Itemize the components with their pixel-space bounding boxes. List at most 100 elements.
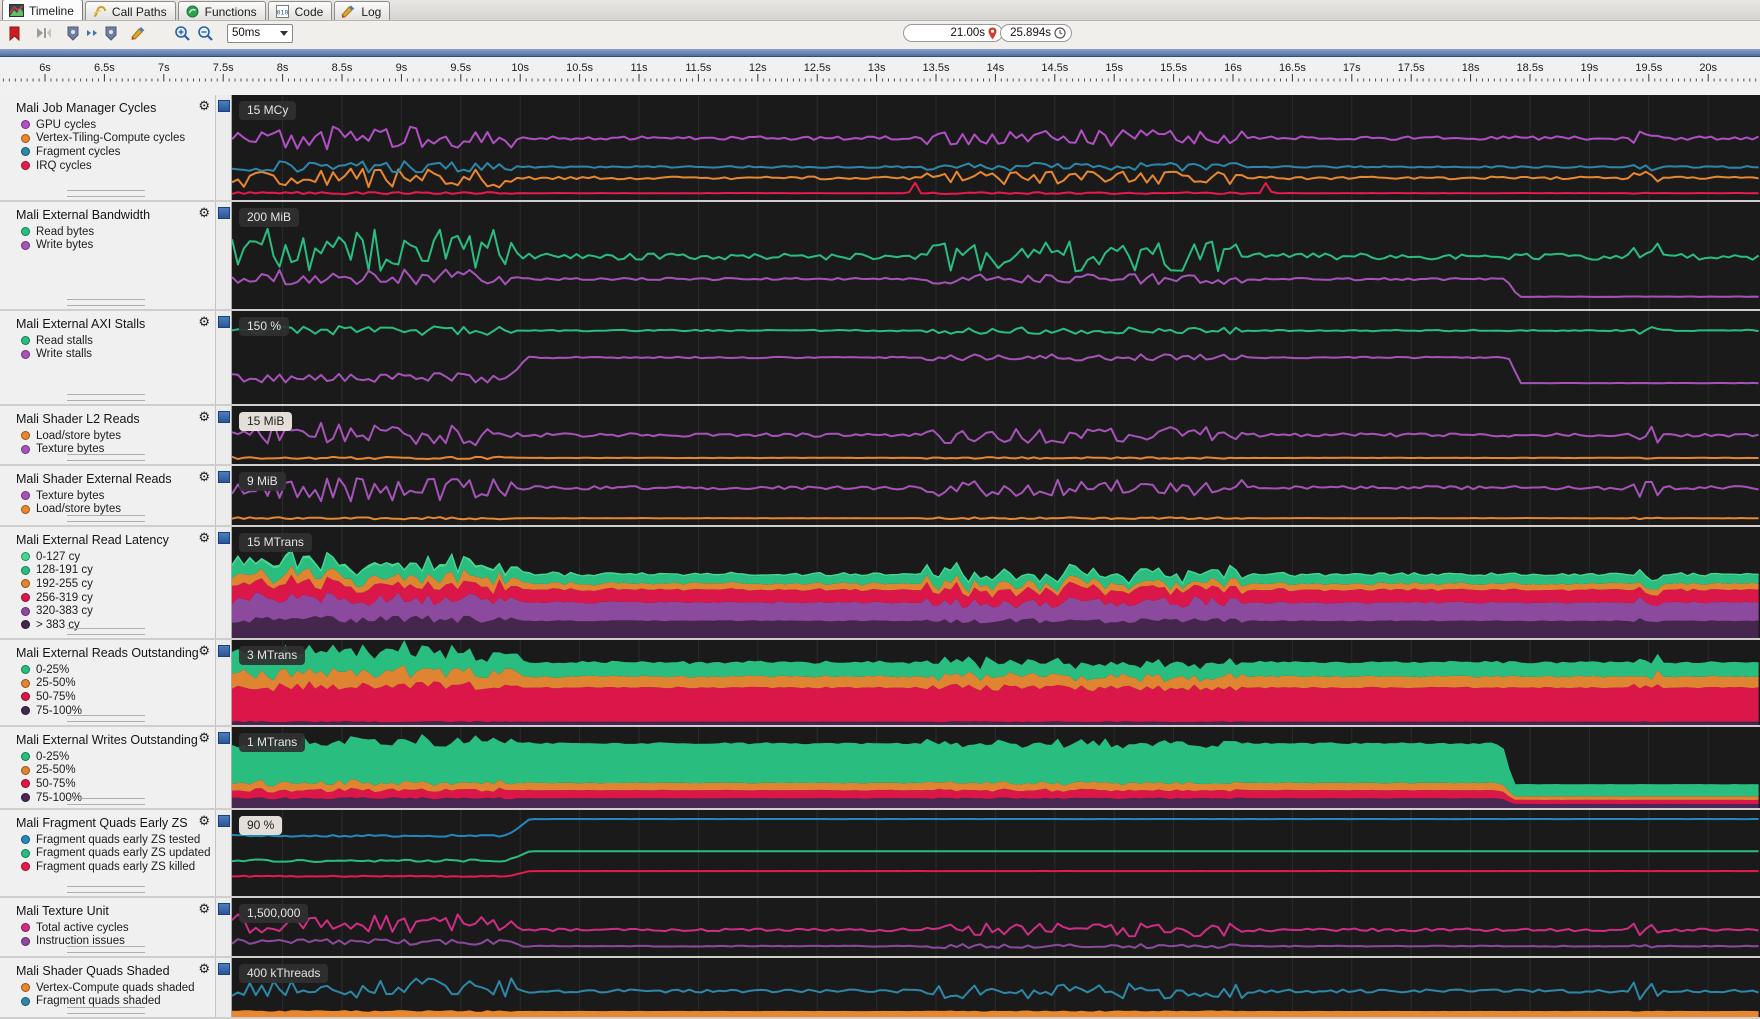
- track-resize-handle[interactable]: [67, 628, 145, 635]
- shield-left-icon: [67, 26, 79, 41]
- tab-log[interactable]: Log: [334, 1, 391, 20]
- track-enabled-checkbox[interactable]: [218, 100, 230, 112]
- track-enable-column: [215, 810, 232, 896]
- shield-link-button[interactable]: [83, 23, 101, 43]
- time-ruler[interactable]: 6s 6.5s 7s 7.5s 8s 8.5s 9s 9.5s 10s 10.5s 11s 11.5s…: [0, 57, 1760, 97]
- legend-color-dot: [21, 552, 30, 562]
- track-legend: Read bytes Write bytes: [0, 225, 215, 252]
- track-resize-handle[interactable]: [67, 1007, 145, 1014]
- track-enabled-checkbox[interactable]: [218, 645, 230, 657]
- track-legend: Load/store bytes Texture bytes: [0, 429, 215, 456]
- ruler-tick-label: 16.5s: [1279, 62, 1306, 74]
- brush-button[interactable]: [127, 23, 149, 43]
- track-settings-gear-icon[interactable]: ⚙: [198, 530, 210, 546]
- track-title: Mali Job Manager Cycles: [16, 101, 157, 115]
- track-settings-gear-icon[interactable]: ⚙: [198, 901, 210, 917]
- track-enabled-checkbox[interactable]: [218, 815, 230, 827]
- track-chart-mali-fragment-quads-early-zs[interactable]: 90 %: [232, 810, 1760, 896]
- track-chart-mali-shader-external-reads[interactable]: 9 MiB: [232, 466, 1760, 525]
- track-settings-gear-icon[interactable]: ⚙: [198, 813, 210, 829]
- bookmark-button[interactable]: [6, 23, 23, 43]
- track-resize-handle[interactable]: [67, 715, 145, 722]
- track-settings-gear-icon[interactable]: ⚙: [198, 643, 210, 659]
- zoom-in-button[interactable]: [171, 23, 194, 43]
- track-chart-mali-external-axi-stalls[interactable]: 150 %: [232, 311, 1760, 404]
- track-enabled-checkbox[interactable]: [218, 316, 230, 328]
- total-time-field[interactable]: [1000, 24, 1072, 42]
- ruler-tick-label: 7.5s: [213, 62, 234, 74]
- shield-right-button[interactable]: [101, 23, 121, 43]
- track-resize-handle[interactable]: [67, 798, 145, 805]
- legend-label: 50-75%: [36, 690, 76, 703]
- track-plot: [232, 898, 1759, 956]
- track-title: Mali Shader Quads Shaded: [16, 964, 170, 978]
- track-title: Mali External Bandwidth: [16, 208, 151, 222]
- chevron-down-icon: [280, 30, 288, 36]
- track-settings-gear-icon[interactable]: ⚙: [198, 98, 210, 114]
- track-legend: Vertex-Compute quads shaded Fragment quad…: [0, 981, 215, 1008]
- caret-time-field[interactable]: [903, 24, 1003, 42]
- track-plot: [232, 640, 1759, 725]
- track-enable-column: [215, 527, 232, 638]
- legend-label: 25-50%: [36, 677, 76, 690]
- track-resize-handle[interactable]: [67, 454, 145, 461]
- track-chart-mali-shader-l2-reads[interactable]: 15 MiB: [232, 406, 1760, 464]
- track-resize-handle[interactable]: [67, 190, 145, 197]
- track-settings-gear-icon[interactable]: ⚙: [198, 314, 210, 330]
- track-resize-handle[interactable]: [67, 946, 145, 953]
- track-resize-handle[interactable]: [67, 886, 145, 893]
- shield-left-button[interactable]: [63, 23, 83, 43]
- tab-functions[interactable]: Functions: [177, 1, 266, 20]
- track-chart-mali-shader-quads-shaded[interactable]: 400 kThreads: [232, 958, 1760, 1017]
- track-settings-gear-icon[interactable]: ⚙: [198, 961, 210, 977]
- legend-color-dot: [21, 161, 30, 171]
- track-chart-mali-external-bandwidth[interactable]: 200 MiB: [232, 202, 1760, 309]
- track-chart-mali-external-writes-outstanding[interactable]: 1 MTrans: [232, 727, 1760, 808]
- overview-strip[interactable]: [0, 49, 1760, 57]
- ruler-tick-label: 15.5s: [1160, 62, 1187, 74]
- track-settings-gear-icon[interactable]: ⚙: [198, 205, 210, 221]
- track-enabled-checkbox[interactable]: [218, 532, 230, 544]
- track-chart-mali-texture-unit[interactable]: 1,500,000: [232, 898, 1760, 956]
- goto-marker-button[interactable]: [33, 23, 55, 43]
- ruler-tick-label: 9s: [396, 62, 408, 74]
- legend-color-dot: [21, 336, 30, 346]
- track-sidebar-mali-external-writes-outstanding: Mali External Writes Outstanding ⚙ 0-25% 25…: [0, 727, 215, 808]
- track-settings-gear-icon[interactable]: ⚙: [198, 409, 210, 425]
- track-title: Mali Shader L2 Reads: [16, 412, 140, 426]
- track-resize-handle[interactable]: [67, 515, 145, 522]
- track-settings-gear-icon[interactable]: ⚙: [198, 469, 210, 485]
- zoom-out-button[interactable]: [194, 23, 217, 43]
- interval-select[interactable]: 50ms: [227, 23, 293, 43]
- track-enabled-checkbox[interactable]: [218, 903, 230, 915]
- legend-label: Read bytes: [36, 225, 95, 238]
- ruler-tick-label: 14.5s: [1041, 62, 1068, 74]
- ruler-tick-label: 17s: [1343, 62, 1361, 74]
- track-settings-gear-icon[interactable]: ⚙: [198, 730, 210, 746]
- track-row-mali-fragment-quads-early-zs: Mali Fragment Quads Early ZS ⚙ Fragment qu…: [0, 810, 1760, 898]
- ruler-tick-label: 10.5s: [566, 62, 593, 74]
- track-chart-mali-job-manager-cycles[interactable]: 15 MCy: [232, 95, 1760, 200]
- legend-label: Total active cycles: [36, 921, 129, 934]
- track-resize-handle[interactable]: [67, 394, 145, 401]
- caret-time-input[interactable]: [909, 27, 985, 39]
- tab-call-paths[interactable]: Call Paths: [84, 1, 176, 20]
- track-enabled-checkbox[interactable]: [218, 732, 230, 744]
- track-title: Mali Fragment Quads Early ZS: [16, 816, 188, 830]
- track-enabled-checkbox[interactable]: [218, 963, 230, 975]
- legend-item: Fragment quads early ZS killed: [21, 860, 215, 874]
- ruler-tick-label: 18.5s: [1517, 62, 1544, 74]
- track-chart-mali-external-read-latency[interactable]: 15 MTrans: [232, 527, 1760, 638]
- track-chart-mali-external-reads-outstanding[interactable]: 3 MTrans: [232, 640, 1760, 725]
- track-plot: [232, 202, 1760, 309]
- tab-code[interactable]: 010 Code: [267, 1, 333, 20]
- track-enabled-checkbox[interactable]: [218, 471, 230, 483]
- total-time-input[interactable]: [1006, 27, 1051, 39]
- track-plot: [232, 406, 1759, 464]
- track-enabled-checkbox[interactable]: [218, 207, 230, 219]
- track-resize-handle[interactable]: [67, 299, 145, 306]
- tab-timeline[interactable]: Timeline: [2, 0, 83, 20]
- ruler-tick-label: 10s: [511, 62, 529, 74]
- timeline-chart-icon: [9, 4, 24, 17]
- track-enabled-checkbox[interactable]: [218, 411, 230, 423]
